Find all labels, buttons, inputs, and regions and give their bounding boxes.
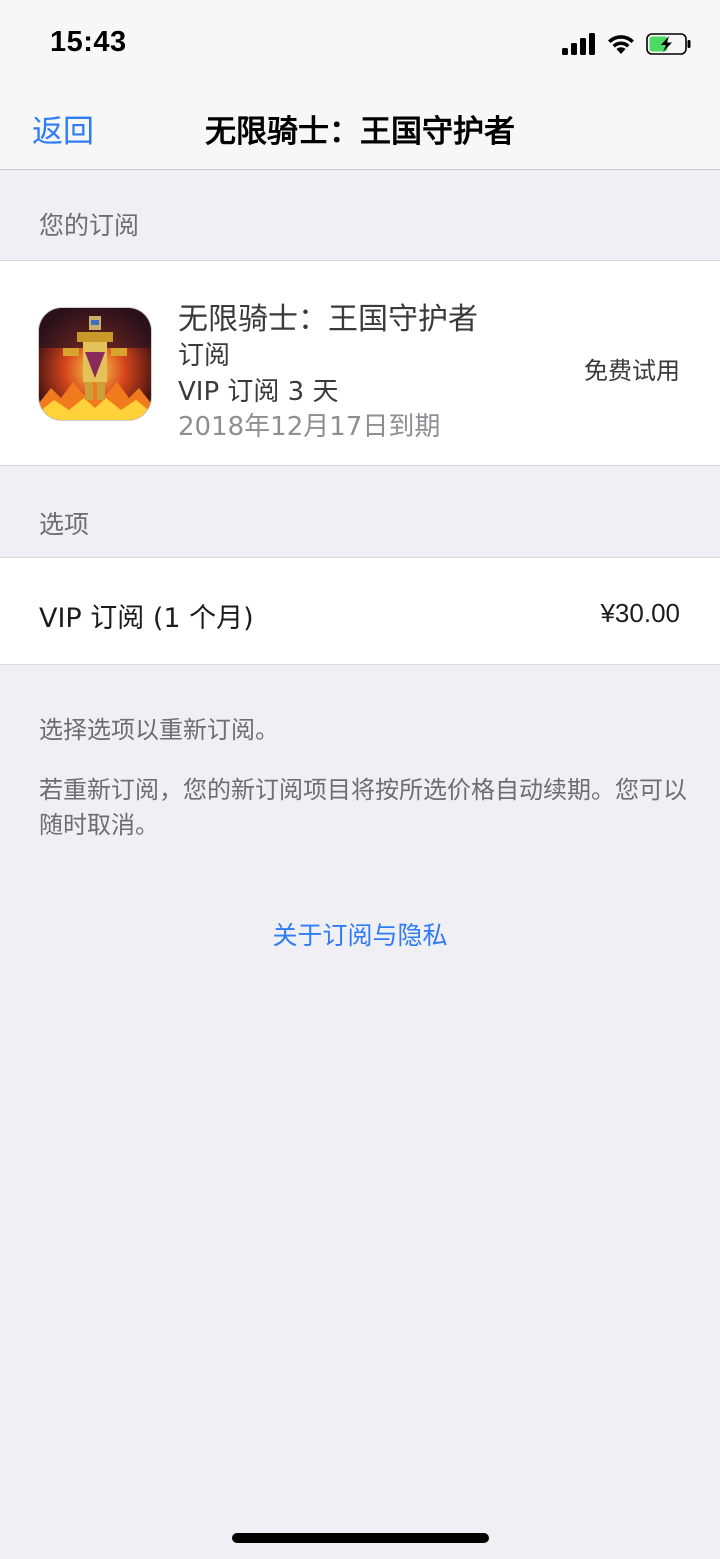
- subscription-plan: VIP 订阅 3 天: [178, 377, 339, 407]
- battery-charging-icon: [646, 33, 691, 55]
- wifi-icon: [608, 35, 634, 54]
- option-row-vip-monthly[interactable]: VIP 订阅 (1 个月) ¥30.00: [0, 557, 720, 665]
- subscription-status: 免费试用: [584, 357, 680, 385]
- status-time: 15:43: [50, 26, 127, 58]
- app-icon-knight: [38, 307, 152, 421]
- back-button[interactable]: 返回: [32, 106, 94, 151]
- navigation-bar: 返回 无限骑士：王国守护者: [0, 88, 720, 170]
- section-header-subscriptions: 您的订阅: [39, 211, 140, 240]
- option-label: VIP 订阅 (1 个月): [39, 603, 254, 634]
- section-header-options: 选项: [39, 510, 90, 539]
- signal-icon: [562, 33, 595, 55]
- resubscribe-note: 选择选项以重新订阅。: [39, 716, 279, 744]
- page-title: 无限骑士：王国守护者: [205, 114, 515, 150]
- subscription-expiry: 2018年12月17日到期: [178, 412, 441, 442]
- option-price: ¥30.00: [600, 598, 680, 628]
- subscription-type: 订阅: [178, 341, 231, 371]
- subscription-privacy-link[interactable]: 关于订阅与隐私: [0, 916, 720, 952]
- subscription-app-name: 无限骑士：王国守护者: [178, 302, 478, 337]
- status-bar: 15:43: [0, 0, 720, 88]
- status-icons: [562, 30, 692, 58]
- auto-renew-note: 若重新订阅，您的新订阅项目将按所选价格自动续期。您可以随时取消。: [39, 776, 687, 839]
- subscription-card[interactable]: 无限骑士：王国守护者 订阅 VIP 订阅 3 天 2018年12月17日到期 免…: [0, 260, 720, 466]
- home-indicator[interactable]: [232, 1533, 489, 1543]
